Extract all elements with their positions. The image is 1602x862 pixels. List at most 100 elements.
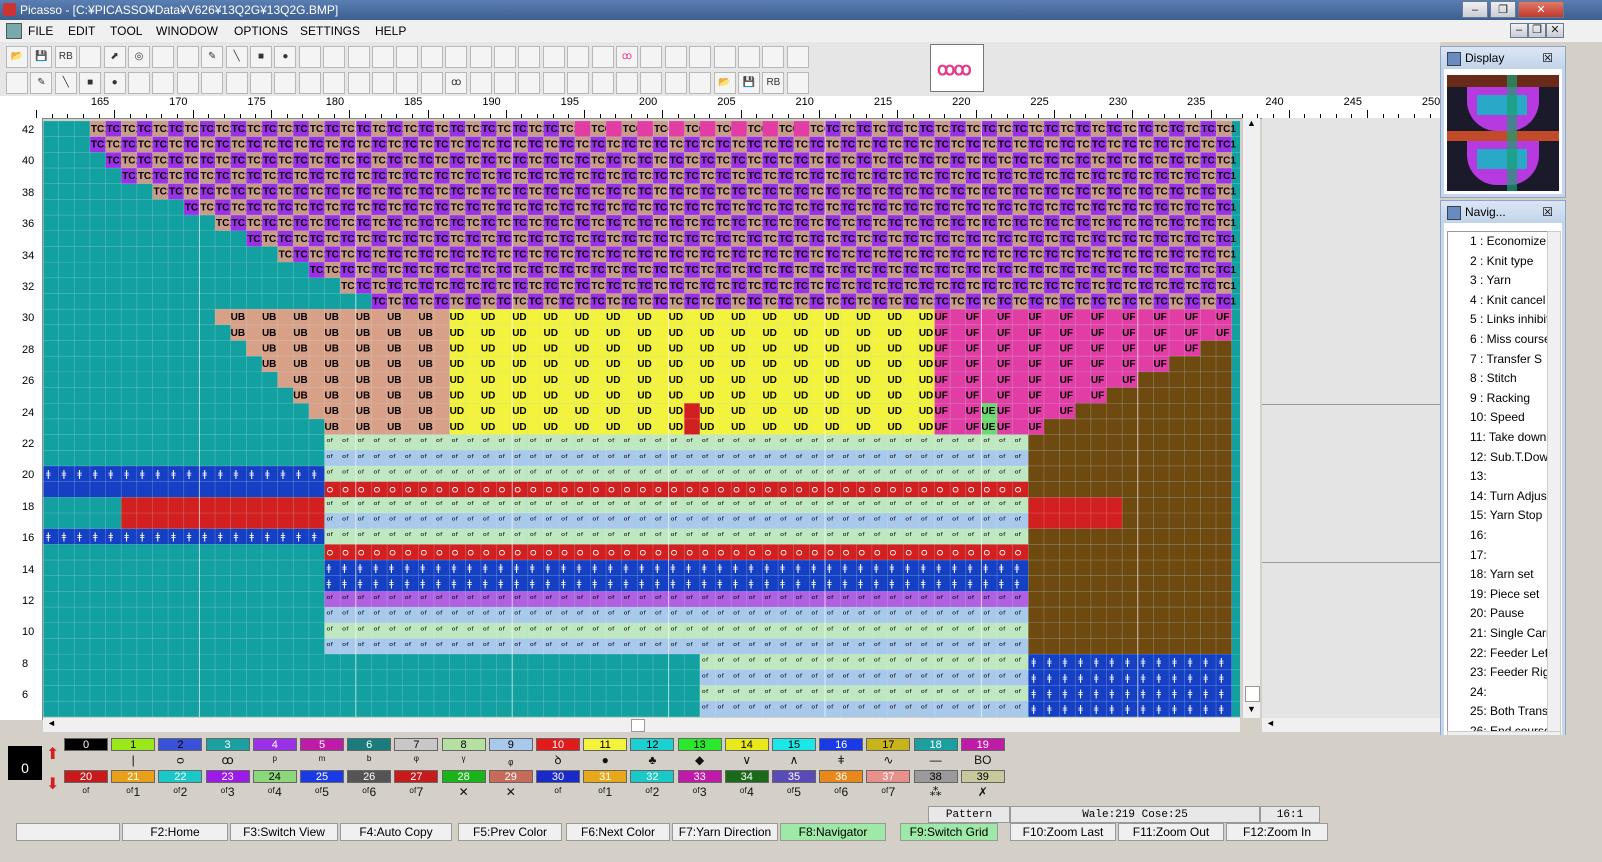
restore-button[interactable]: ❐ [1490,1,1516,18]
function-key-button[interactable]: F9:Switch Grid [900,823,998,841]
palette-symbol-icon[interactable]: ᵒᶠ2 [630,784,674,800]
toolbar-tool-button[interactable] [201,72,224,94]
palette-symbol-icon[interactable]: ᵒᶠ2 [158,784,202,800]
palette-symbol-icon[interactable]: ᵒᶠ [64,784,108,800]
close-button[interactable]: ✕ [1518,1,1564,18]
palette-swatch[interactable]: 13 [677,738,722,751]
palette-swatch[interactable]: 27 [394,770,439,783]
palette-swatch[interactable]: 14 [724,738,769,751]
minimize-button[interactable]: – [1462,1,1488,18]
function-key-button[interactable]: F11:Zoom Out [1118,823,1224,841]
menu-help[interactable]: HELP [375,24,406,38]
toolbar-tool-button[interactable] [372,46,394,68]
navigator-item[interactable]: 4 : Knit cancel [1470,293,1548,307]
toolbar-tool-button[interactable] [323,46,346,68]
palette-swatch[interactable]: 25 [300,770,344,783]
navigator-item[interactable]: 15: Yarn Stop [1470,508,1548,522]
navigator-item[interactable]: 3 : Yarn [1470,273,1548,287]
palette-symbol-icon[interactable]: ᵠ [394,752,438,768]
toolbar-tool-button[interactable] [689,46,712,68]
palette-swatch[interactable]: 22 [158,770,203,783]
navigator-item[interactable]: 22: Feeder Left [1470,646,1548,660]
toolbar-tool-button[interactable] [128,72,150,94]
palette-swatch[interactable]: 7 [394,738,439,751]
menu-settings[interactable]: SETTINGS [300,24,360,38]
palette-symbol-icon[interactable]: — [914,752,958,768]
palette-swatch[interactable]: 1 [111,738,156,751]
palette-swatch[interactable]: 23 [205,770,250,783]
palette-swatch[interactable]: 29 [488,770,533,783]
palette-symbol-icon[interactable]: ᵒᶠ [536,784,580,800]
toolbar-tool-button[interactable] [786,46,809,68]
toolbar-tool-button[interactable] [347,46,370,68]
toolbar-tool-button[interactable]: 💾 [738,72,760,94]
palette-swatch[interactable]: 17 [866,738,911,751]
toolbar-tool-button[interactable] [591,72,614,94]
toolbar-tool-button[interactable] [323,72,346,94]
toolbar-tool-button[interactable] [518,46,541,68]
palette-symbol-icon[interactable]: ∨ [725,752,769,768]
toolbar-tool-button[interactable]: ╲ [54,72,77,94]
toolbar-tool-button[interactable] [640,72,663,94]
palette-symbol-icon[interactable]: | [111,752,155,768]
toolbar-tool-button[interactable] [79,46,102,68]
palette-swatch[interactable]: 2 [158,738,203,751]
arrow-up-icon[interactable]: ⬆ [46,740,60,770]
navigator-item[interactable]: 19: Piece set [1470,587,1548,601]
toolbar-tool-button[interactable]: 📂 [713,72,736,94]
navigator-item[interactable]: 13: [1470,469,1548,483]
toolbar-tool-button[interactable] [640,46,663,68]
toolbar-tool-button[interactable] [689,72,712,94]
thumbnail-preview[interactable] [1447,75,1559,191]
navigator-item[interactable]: 23: Feeder Right [1470,665,1548,679]
palette-swatch[interactable]: 20 [64,770,108,783]
function-key-button[interactable]: F6:Next Color [566,823,670,841]
toolbar-tool-button[interactable]: ■ [250,46,272,68]
toolbar-tool-button[interactable] [176,72,199,94]
toolbar-tool-button[interactable]: RB [54,46,77,68]
palette-swatch[interactable]: 39 [960,770,1005,783]
pattern-canvas[interactable]: TC1 TC1 TC1 TC1 TC1 TC1 TC1 TC1 TC1 TC1 TC1 TC1 TC1 T… [43,121,1240,717]
toolbar-tool-button[interactable] [274,72,297,94]
navigator-item[interactable]: 5 : Links inhibit [1470,312,1548,326]
toolbar-tool-button[interactable] [713,46,736,68]
toolbar-tool-button[interactable] [664,46,687,68]
menu-tool[interactable]: TOOL [110,24,142,38]
palette-swatch[interactable]: 15 [772,738,816,751]
palette-swatch[interactable]: 38 [913,770,958,783]
mdi-restore-button[interactable]: ❐ [1528,23,1546,38]
palette-symbol-icon[interactable]: ✕ [442,784,486,800]
palette-symbol-icon[interactable]: BO [961,752,1005,768]
navigator-item[interactable]: 6 : Miss course [1470,332,1548,346]
toolbar-tool-button[interactable]: ꝏ [445,72,468,94]
menu-edit[interactable]: EDIT [68,24,95,38]
navigator-item[interactable]: 1 : Economize [1470,234,1548,248]
scroll-down-icon[interactable]: ▼ [1245,704,1258,716]
palette-symbol-icon[interactable]: ᵒᶠ7 [394,784,438,800]
navigator-item[interactable]: 25: Both Transfer [1470,704,1548,718]
toolbar-tool-button[interactable] [469,46,492,68]
toolbar-tool-button[interactable] [6,72,28,94]
toolbar-tool-button[interactable] [250,72,272,94]
scroll-up-icon[interactable]: ▲ [1245,118,1258,130]
palette-swatch[interactable]: 16 [819,738,864,751]
toolbar-tool-button[interactable]: 📂 [6,46,28,68]
navigator-panel-close-button[interactable]: ☒ [1542,205,1553,219]
palette-symbol-icon[interactable]: ꝺ [536,752,580,768]
toolbar-tool-button[interactable]: ꝏ [616,46,638,68]
vertical-scrollbar[interactable]: ▲ ▼ [1242,118,1260,718]
palette-symbol-icon[interactable]: ✗ [961,784,1005,800]
palette-swatch[interactable]: 30 [536,770,580,783]
toolbar-tool-button[interactable] [567,46,590,68]
palette-symbol-icon[interactable]: ᵒᶠ6 [347,784,391,800]
toolbar-tool-button[interactable] [298,72,321,94]
toolbar-tool-button[interactable] [420,46,443,68]
toolbar-tool-button[interactable] [225,72,248,94]
palette-swatch[interactable]: 18 [913,738,958,751]
function-key-button[interactable]: F4:Auto Copy [340,823,452,841]
palette-symbol-icon[interactable]: ∿ [866,752,910,768]
toolbar-tool-button[interactable] [469,72,492,94]
toolbar-tool-button[interactable] [420,72,443,94]
toolbar-tool-button[interactable] [372,72,394,94]
navigator-scrollbar[interactable] [1547,231,1561,733]
